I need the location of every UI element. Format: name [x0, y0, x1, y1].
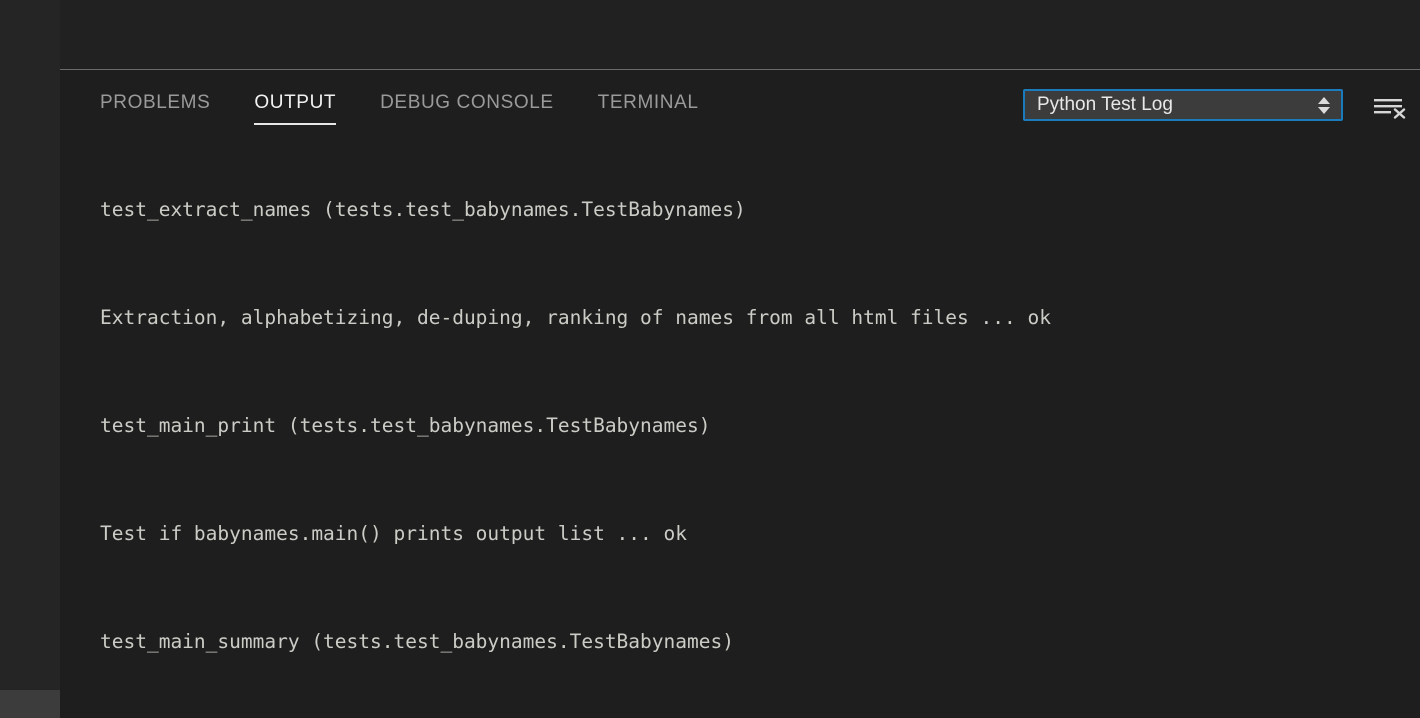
- editor-area: [60, 0, 1420, 69]
- vscode-window: PROBLEMS OUTPUT DEBUG CONSOLE TERMINAL P…: [0, 0, 1420, 718]
- output-line: test_extract_names (tests.test_babynames…: [100, 198, 746, 221]
- tab-problems[interactable]: PROBLEMS: [100, 92, 210, 125]
- output-text-area[interactable]: test_extract_names (tests.test_babynames…: [60, 126, 1420, 718]
- clear-output-icon[interactable]: [1372, 96, 1412, 122]
- tab-output[interactable]: OUTPUT: [254, 92, 336, 125]
- chevron-down-icon: [1318, 106, 1330, 114]
- output-lines: test_extract_names (tests.test_babynames…: [100, 126, 1051, 718]
- activity-bar-bottom-item[interactable]: [0, 690, 60, 718]
- chevron-up-icon: [1318, 96, 1330, 104]
- tab-debug-console[interactable]: DEBUG CONSOLE: [380, 92, 554, 125]
- output-line: test_main_print (tests.test_babynames.Te…: [100, 414, 711, 437]
- tab-terminal[interactable]: TERMINAL: [598, 92, 699, 125]
- output-line: Test if babynames.main() prints output l…: [100, 522, 687, 545]
- output-channel-value: Python Test Log: [1037, 94, 1173, 115]
- output-channel-select[interactable]: Python Test Log: [1023, 89, 1343, 121]
- activity-bar: [0, 0, 60, 718]
- bottom-panel: PROBLEMS OUTPUT DEBUG CONSOLE TERMINAL P…: [60, 70, 1420, 718]
- stepper-arrows-icon[interactable]: [1311, 91, 1341, 119]
- panel-tab-list: PROBLEMS OUTPUT DEBUG CONSOLE TERMINAL: [100, 92, 743, 125]
- output-line: Extraction, alphabetizing, de-duping, ra…: [100, 306, 1051, 329]
- output-line: test_main_summary (tests.test_babynames.…: [100, 630, 734, 653]
